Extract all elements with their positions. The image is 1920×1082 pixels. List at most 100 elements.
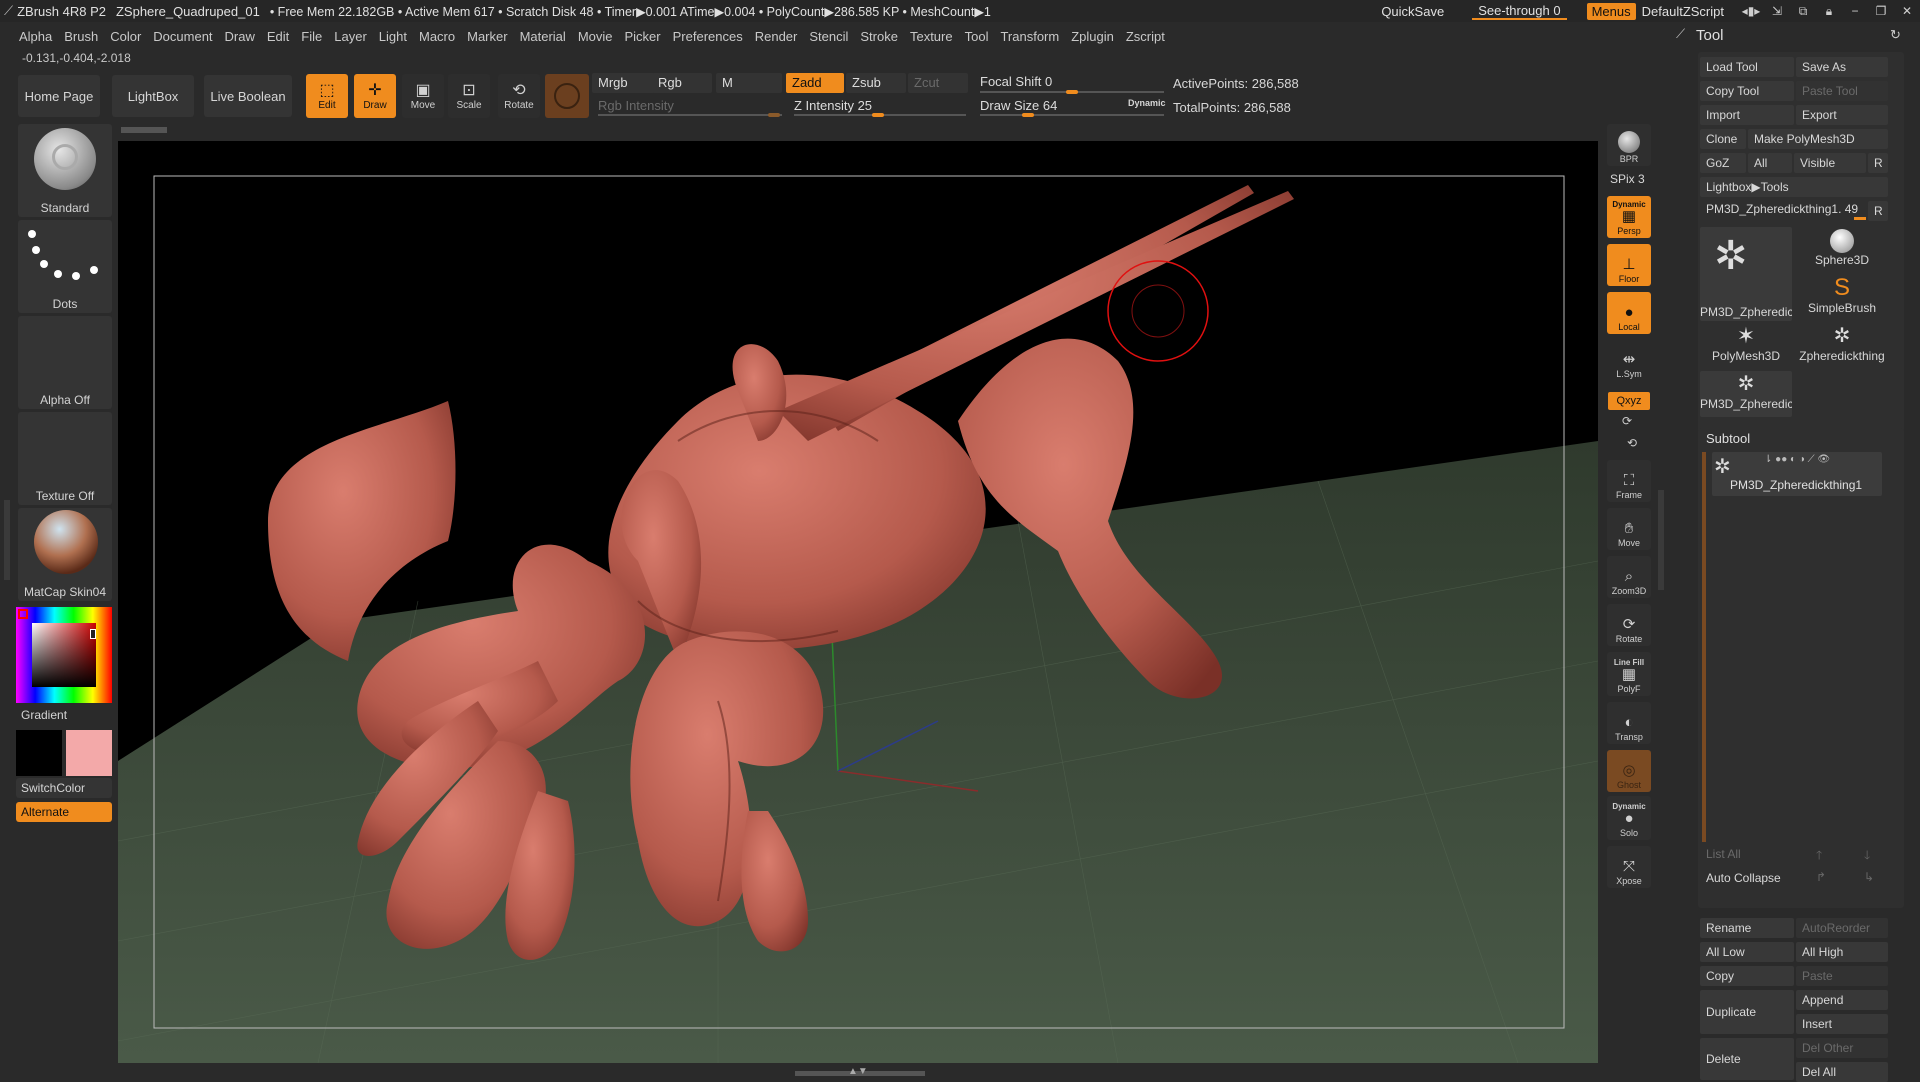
material-selector[interactable]: MatCap Skin04 — [18, 508, 112, 601]
list-all-button[interactable]: List All — [1700, 844, 1794, 864]
rename-button[interactable]: Rename — [1700, 918, 1794, 938]
tool-thumb-zpheredickthing[interactable]: ✲ Zpheredickthing — [1796, 323, 1888, 369]
export-button[interactable]: Export — [1796, 105, 1888, 125]
texture-selector[interactable]: Texture Off — [18, 412, 112, 505]
z-intensity-knob[interactable] — [872, 113, 884, 117]
tool-pin-icon[interactable]: ⟋ — [1676, 26, 1685, 42]
move-view-button[interactable]: ✋︎ Move — [1607, 508, 1651, 550]
right-tray-handle[interactable] — [1658, 490, 1664, 590]
chevron-up-icon[interactable]: ▲▼ — [848, 1066, 868, 1077]
subtool-header[interactable]: Subtool — [1706, 431, 1750, 446]
minimize-icon[interactable]: − — [1842, 4, 1868, 18]
zcut-button[interactable]: Zcut — [908, 73, 968, 93]
menu-zplugin[interactable]: Zplugin — [1071, 29, 1114, 44]
del-other-button[interactable]: Del Other — [1796, 1038, 1888, 1058]
polyf-button[interactable]: Line Fill ▦ PolyF — [1607, 652, 1651, 696]
auto-collapse-button[interactable]: Auto Collapse — [1700, 868, 1794, 888]
goz-all-button[interactable]: All — [1748, 153, 1792, 173]
tool-thumb-pm3d-active[interactable]: ✲ PM3D_Zpheredic — [1700, 227, 1792, 321]
scale-mode-button[interactable]: ⊡ Scale — [448, 74, 490, 118]
menu-document[interactable]: Document — [153, 29, 212, 44]
tool-refresh-icon[interactable]: ↻ — [1890, 27, 1901, 43]
layout-icon[interactable]: ◂▮▸ — [1738, 4, 1764, 18]
menu-layer[interactable]: Layer — [334, 29, 367, 44]
subtool-visibility-icons[interactable]: ⇂ ●● ◐ ◑ ⟋ 👁︎ — [1764, 454, 1830, 465]
menu-alpha[interactable]: Alpha — [19, 29, 52, 44]
paste-subtool-button[interactable]: Paste — [1796, 966, 1888, 986]
focal-shift-slider[interactable]: Focal Shift 0 — [974, 72, 1164, 92]
ghost-button[interactable]: ◎ Ghost — [1607, 750, 1651, 792]
copy-tool-button[interactable]: Copy Tool — [1700, 81, 1794, 101]
delete-button[interactable]: Delete — [1700, 1038, 1794, 1080]
menu-movie[interactable]: Movie — [578, 29, 613, 44]
zsub-button[interactable]: Zsub — [846, 73, 906, 93]
save-as-button[interactable]: Save As — [1796, 57, 1888, 77]
floor-button[interactable]: ⊥ Floor — [1607, 244, 1651, 286]
see-through-slider[interactable]: See-through 0 — [1472, 3, 1567, 20]
xyz-button[interactable]: Qxyz — [1608, 392, 1650, 410]
menu-stencil[interactable]: Stencil — [809, 29, 848, 44]
menu-draw[interactable]: Draw — [225, 29, 255, 44]
current-tool-r-button[interactable]: R — [1868, 201, 1888, 221]
zadd-button[interactable]: Zadd — [786, 73, 844, 93]
rotate-mode-button[interactable]: ⟲ Rotate — [498, 74, 540, 118]
menu-file[interactable]: File — [301, 29, 322, 44]
canvas-scroll-indicator[interactable] — [121, 127, 167, 133]
menu-transform[interactable]: Transform — [1000, 29, 1059, 44]
quicksave-button[interactable]: QuickSave — [1381, 4, 1444, 19]
append-button[interactable]: Append — [1796, 990, 1888, 1010]
paste-tool-button[interactable]: Paste Tool — [1796, 81, 1888, 101]
menu-color[interactable]: Color — [110, 29, 141, 44]
canvas-viewport[interactable] — [118, 141, 1598, 1063]
menu-preferences[interactable]: Preferences — [673, 29, 743, 44]
tool-thumb-sphere3d[interactable]: Sphere3D — [1796, 227, 1888, 273]
goz-visible-button[interactable]: Visible — [1794, 153, 1866, 173]
transp-button[interactable]: ◐ Transp — [1607, 702, 1651, 744]
menu-stroke[interactable]: Stroke — [860, 29, 898, 44]
dynamic-toggle[interactable]: Dynamic — [1128, 98, 1166, 108]
clone-ui-icon[interactable]: ⧉ — [1790, 4, 1816, 19]
spix-slider[interactable]: SPix 3 — [1610, 172, 1645, 186]
menu-texture[interactable]: Texture — [910, 29, 953, 44]
tool-thumb-polymesh3d[interactable]: ✶ PolyMesh3D — [1700, 323, 1792, 369]
brush-selector[interactable]: Standard — [18, 124, 112, 217]
lightbox-tools-button[interactable]: Lightbox▶Tools — [1700, 177, 1888, 197]
stroke-selector[interactable]: Dots — [18, 220, 112, 313]
close-icon[interactable]: ✕ — [1894, 4, 1920, 18]
draw-mode-button[interactable]: ✛ Draw — [354, 74, 396, 118]
all-high-button[interactable]: All High — [1796, 942, 1888, 962]
sphere-brush-icon[interactable] — [545, 74, 589, 118]
autoreorder-button[interactable]: AutoReorder — [1796, 918, 1888, 938]
move-up-arrow-icon[interactable]: 🡑︎ — [1816, 846, 1822, 867]
mrgb-button[interactable]: Mrgb — [592, 73, 656, 93]
tool-thumb-pm3d-2[interactable]: ✲ PM3D_Zpheredic — [1700, 371, 1792, 417]
tool-thumb-simplebrush[interactable]: S SimpleBrush — [1796, 275, 1888, 321]
menu-tool[interactable]: Tool — [965, 29, 989, 44]
current-tool-knob[interactable] — [1854, 217, 1866, 220]
load-tool-button[interactable]: Load Tool — [1700, 57, 1794, 77]
left-tray-handle[interactable] — [4, 500, 10, 580]
menu-brush[interactable]: Brush — [64, 29, 98, 44]
menus-button[interactable]: Menus — [1586, 2, 1636, 20]
insert-button[interactable]: Insert — [1796, 1014, 1888, 1034]
clone-button[interactable]: Clone — [1700, 129, 1746, 149]
default-zscript-button[interactable]: DefaultZScript — [1642, 4, 1724, 19]
restore-icon[interactable]: ❐ — [1868, 4, 1894, 18]
alpha-selector[interactable]: Alpha Off — [18, 316, 112, 409]
menu-edit[interactable]: Edit — [267, 29, 289, 44]
switch-color-button[interactable]: SwitchColor — [16, 778, 112, 798]
duplicate-button[interactable]: Duplicate — [1700, 990, 1794, 1034]
goz-r-button[interactable]: R — [1868, 153, 1888, 173]
local-button[interactable]: ● Local — [1607, 292, 1651, 334]
menu-marker[interactable]: Marker — [467, 29, 507, 44]
insert-up-icon[interactable]: ↱ — [1816, 870, 1826, 884]
del-all-button[interactable]: Del All — [1796, 1062, 1888, 1082]
ui-colors-icon[interactable]: ⇲ — [1764, 4, 1790, 18]
rotate-z-icon[interactable]: ⟲ — [1627, 436, 1637, 450]
rgb-intensity-slider[interactable]: Rgb Intensity — [592, 96, 782, 116]
menu-picker[interactable]: Picker — [625, 29, 661, 44]
subtool-scrollbar[interactable] — [1702, 452, 1706, 842]
copy-subtool-button[interactable]: Copy — [1700, 966, 1794, 986]
lsym-button[interactable]: ⇹ L.Sym — [1607, 345, 1651, 381]
current-tool-slider[interactable]: PM3D_Zpheredickthing1. 49 — [1700, 199, 1866, 219]
